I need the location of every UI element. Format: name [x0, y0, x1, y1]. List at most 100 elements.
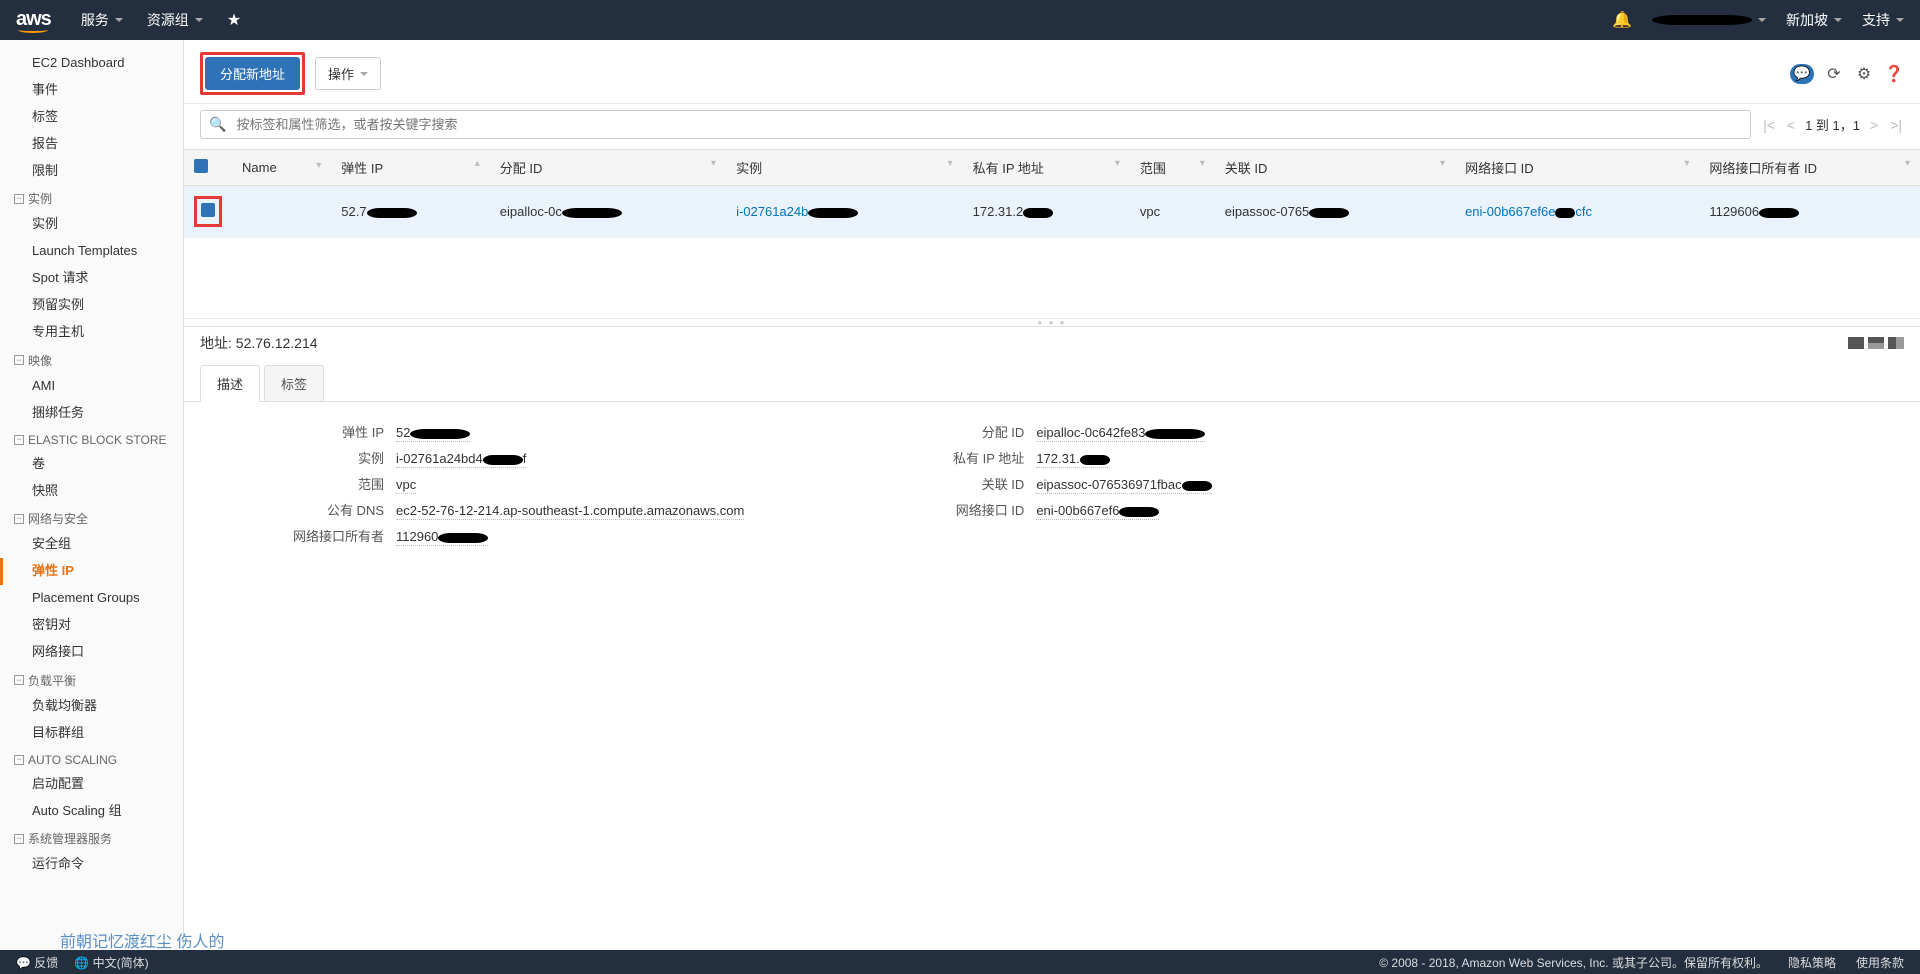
- pager-prev-icon[interactable]: <: [1785, 117, 1797, 133]
- footer-language[interactable]: 🌐 中文(简体): [74, 954, 148, 971]
- layout-split-icon[interactable]: [1868, 337, 1884, 349]
- sidebar-item[interactable]: 弹性 IP: [0, 558, 183, 585]
- account-menu[interactable]: [1652, 15, 1766, 25]
- sidebar-item[interactable]: 安全组: [0, 531, 183, 558]
- content-area: 分配新地址 操作 💬 ⟳ ⚙ ❓ 🔍 |< < 1 到 1，1 > >|: [184, 40, 1920, 950]
- value-assoc-id: eipassoc-076536971fbac: [1036, 477, 1211, 494]
- collapse-icon: −: [14, 435, 24, 445]
- panel-splitter[interactable]: ● ● ●: [184, 318, 1920, 326]
- value-instance[interactable]: i-02761a24bd4f: [396, 451, 526, 468]
- sidebar-item[interactable]: 限制: [0, 158, 183, 185]
- search-input[interactable]: [232, 115, 1742, 134]
- sidebar-group[interactable]: −网络与安全: [0, 504, 183, 531]
- notifications-icon[interactable]: 🔔: [1612, 10, 1632, 30]
- collapse-icon: −: [14, 355, 24, 365]
- cell-assoc-id: eipassoc-0765: [1215, 186, 1455, 238]
- sidebar-item[interactable]: AMI: [0, 373, 183, 400]
- sidebar-item[interactable]: 事件: [0, 77, 183, 104]
- sidebar-item[interactable]: 预留实例: [0, 292, 183, 319]
- value-alloc-id: eipalloc-0c642fe83: [1036, 425, 1205, 442]
- detail-header: 地址: 52.76.12.214: [184, 327, 1920, 359]
- settings-gear-icon[interactable]: ⚙: [1854, 64, 1874, 84]
- toolbar: 分配新地址 操作 💬 ⟳ ⚙ ❓: [184, 40, 1920, 104]
- table-row[interactable]: 52.7 eipalloc-0c i-02761a24b 172.31.2 vp…: [184, 186, 1920, 238]
- col-instance[interactable]: 实例▾: [726, 150, 963, 186]
- sidebar-item[interactable]: Launch Templates: [0, 238, 183, 265]
- detail-col-left: 弹性 IP52 实例i-02761a24bd4f 范围vpc 公有 DNSec2…: [224, 422, 744, 546]
- sidebar-group[interactable]: −实例: [0, 184, 183, 211]
- sidebar[interactable]: EC2 Dashboard事件标签报告限制−实例实例Launch Templat…: [0, 40, 184, 950]
- col-owner-id[interactable]: 网络接口所有者 ID▾: [1699, 150, 1920, 186]
- sidebar-item[interactable]: 实例: [0, 211, 183, 238]
- pager-last-icon[interactable]: >|: [1888, 117, 1904, 133]
- sidebar-group[interactable]: −系统管理器服务: [0, 824, 183, 851]
- sidebar-item[interactable]: EC2 Dashboard: [0, 50, 183, 77]
- aws-logo[interactable]: aws: [16, 8, 51, 33]
- sidebar-item[interactable]: Placement Groups: [0, 585, 183, 612]
- sidebar-item[interactable]: 密钥对: [0, 612, 183, 639]
- help-icon[interactable]: ❓: [1884, 64, 1904, 84]
- sidebar-item[interactable]: 启动配置: [0, 771, 183, 798]
- detail-title: 地址: 52.76.12.214: [200, 333, 318, 353]
- caret-down-icon: [1834, 18, 1842, 22]
- label-eip: 弹性 IP: [224, 422, 384, 441]
- sidebar-item[interactable]: 捆绑任务: [0, 400, 183, 427]
- col-eip[interactable]: 弹性 IP▴: [331, 150, 489, 186]
- sidebar-item[interactable]: Spot 请求: [0, 265, 183, 292]
- sidebar-group[interactable]: −映像: [0, 346, 183, 373]
- cell-alloc-id: eipalloc-0c: [490, 186, 726, 238]
- sidebar-item[interactable]: 报告: [0, 131, 183, 158]
- sidebar-item[interactable]: 运行命令: [0, 851, 183, 878]
- sidebar-group[interactable]: −AUTO SCALING: [0, 747, 183, 771]
- pager: |< < 1 到 1，1 > >|: [1761, 115, 1904, 134]
- refresh-icon[interactable]: ⟳: [1824, 64, 1844, 84]
- allocate-address-button[interactable]: 分配新地址: [205, 57, 300, 90]
- col-alloc-id[interactable]: 分配 ID▾: [490, 150, 726, 186]
- label-alloc-id: 分配 ID: [864, 422, 1024, 441]
- cell-name: [232, 186, 331, 238]
- search-box[interactable]: 🔍: [200, 110, 1751, 139]
- collapse-icon: −: [14, 514, 24, 524]
- footer-feedback[interactable]: 💬 反馈: [16, 954, 58, 971]
- sidebar-item[interactable]: 负载均衡器: [0, 693, 183, 720]
- actions-button[interactable]: 操作: [315, 57, 381, 90]
- footer-privacy[interactable]: 隐私策略: [1788, 954, 1836, 971]
- layout-full-icon[interactable]: [1888, 337, 1904, 349]
- label-instance: 实例: [224, 448, 384, 467]
- footer-copyright: © 2008 - 2018, Amazon Web Services, Inc.…: [1379, 954, 1768, 971]
- feedback-badge-icon[interactable]: 💬: [1790, 64, 1814, 84]
- sidebar-item[interactable]: 标签: [0, 104, 183, 131]
- layout-bottom-icon[interactable]: [1848, 337, 1864, 349]
- region-menu[interactable]: 新加坡: [1786, 10, 1842, 30]
- sidebar-group[interactable]: −ELASTIC BLOCK STORE: [0, 427, 183, 451]
- sidebar-item[interactable]: 卷: [0, 451, 183, 478]
- cell-private-ip: 172.31.2: [963, 186, 1130, 238]
- col-private-ip[interactable]: 私有 IP 地址▾: [963, 150, 1130, 186]
- sidebar-item[interactable]: 专用主机: [0, 319, 183, 346]
- col-assoc-id[interactable]: 关联 ID▾: [1215, 150, 1455, 186]
- pager-first-icon[interactable]: |<: [1761, 117, 1777, 133]
- col-scope[interactable]: 范围▾: [1130, 150, 1215, 186]
- label-assoc-id: 关联 ID: [864, 474, 1024, 493]
- select-all-checkbox[interactable]: [194, 159, 208, 173]
- cell-instance[interactable]: i-02761a24b: [726, 186, 963, 238]
- sidebar-item[interactable]: Auto Scaling 组: [0, 798, 183, 825]
- sidebar-item[interactable]: 网络接口: [0, 639, 183, 666]
- row-checkbox[interactable]: [201, 203, 215, 217]
- col-name[interactable]: Name▾: [232, 150, 331, 186]
- menu-resource-groups[interactable]: 资源组: [147, 10, 203, 30]
- footer-terms[interactable]: 使用条款: [1856, 954, 1904, 971]
- menu-services[interactable]: 服务: [81, 10, 123, 30]
- caret-down-icon: [115, 18, 123, 22]
- cell-eni-id[interactable]: eni-00b667ef6ecfc: [1455, 186, 1699, 238]
- support-menu[interactable]: 支持: [1862, 10, 1904, 30]
- col-eni-id[interactable]: 网络接口 ID▾: [1455, 150, 1699, 186]
- pager-next-icon[interactable]: >: [1868, 117, 1880, 133]
- pin-icon[interactable]: ★: [227, 10, 241, 30]
- sidebar-item[interactable]: 目标群组: [0, 720, 183, 747]
- caret-down-icon: [360, 72, 368, 76]
- tab-tags[interactable]: 标签: [264, 365, 324, 401]
- sidebar-group[interactable]: −负载平衡: [0, 666, 183, 693]
- tab-description[interactable]: 描述: [200, 365, 260, 402]
- sidebar-item[interactable]: 快照: [0, 478, 183, 505]
